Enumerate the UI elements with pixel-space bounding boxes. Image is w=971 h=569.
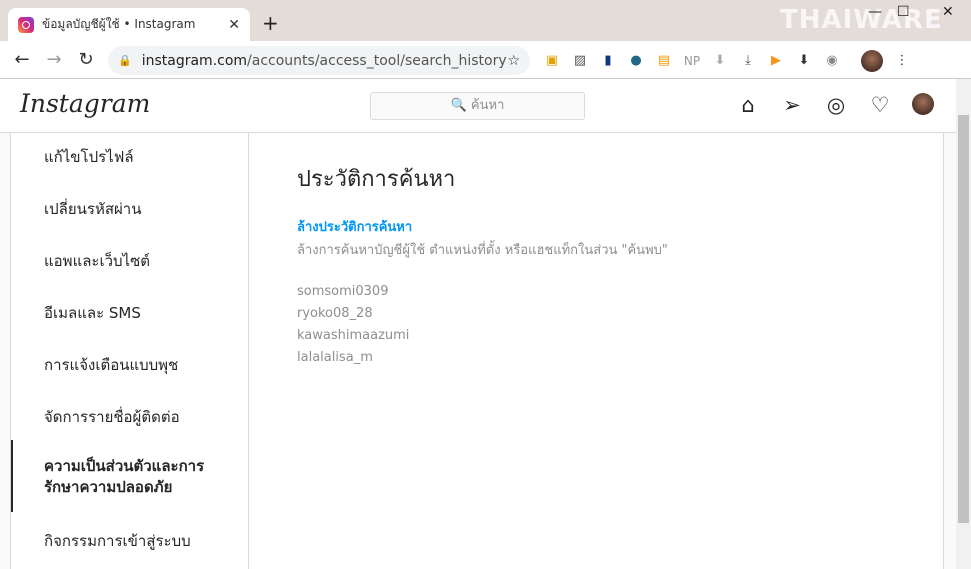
search-history-content: ประวัติการค้นหา ล้างประวัติการค้นหา ล้าง… — [297, 161, 668, 372]
tab-title: ข้อมูลบัญชีผู้ใช้ • Instagram — [42, 17, 196, 31]
settings-panel: แก้ไขโปรไฟล์ เปลี่ยนรหัสผ่าน แอพและเว็บไ… — [10, 133, 944, 569]
sidebar-item-edit-profile[interactable]: แก้ไขโปรไฟล์ — [11, 145, 248, 169]
reload-icon[interactable]: ↻ — [70, 49, 102, 70]
close-tab-icon[interactable]: ✕ — [228, 17, 240, 33]
sidebar-item-login-activity[interactable]: กิจกรรมการเข้าสู่ระบบ — [11, 529, 248, 553]
menu-icon[interactable]: ⋮ — [893, 52, 911, 70]
extension-book-icon[interactable]: ▮ — [599, 52, 617, 70]
settings-sidebar: แก้ไขโปรไฟล์ เปลี่ยนรหัสผ่าน แอพและเว็บไ… — [11, 133, 249, 569]
extension-circle-download-icon[interactable]: ◉ — [823, 52, 841, 70]
extension-edit-icon[interactable]: ▣ — [543, 52, 561, 70]
extension-image-icon[interactable]: ▨ — [571, 52, 589, 70]
extension-globe-icon[interactable]: ● — [627, 52, 645, 70]
url-host: instagram.com — [141, 52, 248, 69]
browser-toolbar: ← → ↻ 🔒 instagram.com/accounts/access_to… — [0, 41, 971, 79]
extension-play-icon[interactable]: ▶ — [767, 52, 785, 70]
heart-icon[interactable]: ♡ — [868, 93, 892, 117]
list-item: kawashimaazumi — [297, 328, 410, 343]
lock-icon: 🔒 — [118, 54, 132, 67]
sidebar-item-apps-websites[interactable]: แอพและเว็บไซต์ — [11, 249, 248, 273]
search-history-list: somsomi0309 ryoko08_28 kawashimaazumi la… — [297, 284, 668, 372]
home-icon[interactable]: ⌂ — [736, 93, 760, 117]
page-title: ประวัติการค้นหา — [297, 167, 456, 192]
extension-download-icon[interactable]: ⤓ — [739, 52, 757, 70]
tab-bar: ข้อมูลบัญชีผู้ใช้ • Instagram ✕ + THAIWA… — [0, 0, 971, 41]
sidebar-item-privacy-security[interactable]: ความเป็นส่วนตัวและการรักษาความปลอดภัย — [11, 440, 248, 512]
forward-icon[interactable]: → — [38, 49, 70, 70]
sidebar-item-push-notifications[interactable]: การแจ้งเตือนแบบพุช — [11, 353, 248, 377]
address-bar[interactable]: 🔒 instagram.com/accounts/access_tool/sea… — [108, 46, 530, 75]
clear-description: ล้างการค้นหาบัญชีผู้ใช้ ตำแหน่งที่ตั้ง ห… — [297, 243, 668, 258]
list-item: ryoko08_28 — [297, 306, 373, 321]
extension-download-gray-icon[interactable]: ⬇ — [711, 52, 729, 70]
clear-search-history-link[interactable]: ล้างประวัติการค้นหา — [297, 216, 668, 237]
search-input[interactable]: 🔍 ค้นหา — [370, 92, 585, 120]
close-window-button[interactable]: ✕ — [942, 4, 954, 20]
watermark: THAIWARE — [780, 5, 943, 35]
sidebar-item-change-password[interactable]: เปลี่ยนรหัสผ่าน — [11, 197, 248, 221]
instagram-favicon-icon — [18, 16, 34, 33]
explore-compass-icon[interactable]: ◎ — [824, 93, 848, 117]
new-tab-button[interactable]: + — [262, 11, 279, 35]
extension-arrow-down-icon[interactable]: ⬇ — [795, 52, 813, 70]
back-icon[interactable]: ← — [6, 49, 38, 70]
minimize-button[interactable]: — — [868, 4, 882, 20]
bookmark-star-icon[interactable]: ☆ — [507, 53, 520, 69]
browser-tab[interactable]: ข้อมูลบัญชีผู้ใช้ • Instagram ✕ — [8, 8, 250, 41]
instagram-header: Instagram 🔍 ค้นหา ⌂ ➢ ◎ ♡ — [0, 79, 956, 133]
scrollbar-thumb[interactable] — [958, 115, 969, 523]
list-item: lalalalisa_m — [297, 350, 373, 365]
sidebar-item-email-sms[interactable]: อีเมลและ SMS — [11, 301, 248, 325]
profile-avatar-icon[interactable] — [912, 93, 934, 115]
direct-send-icon[interactable]: ➢ — [780, 93, 804, 117]
url-path: /accounts/access_tool/search_history — [247, 52, 507, 69]
extension-calendar-icon[interactable]: ▤ — [655, 52, 673, 70]
instagram-logo[interactable]: Instagram — [20, 89, 150, 118]
list-item: somsomi0309 — [297, 284, 389, 299]
profile-avatar[interactable] — [861, 50, 883, 72]
extension-np-icon[interactable]: NP — [683, 52, 701, 70]
sidebar-item-manage-contacts[interactable]: จัดการรายชื่อผู้ติดต่อ — [11, 405, 248, 429]
scrollbar[interactable] — [956, 79, 971, 569]
maximize-button[interactable]: ☐ — [897, 4, 910, 20]
